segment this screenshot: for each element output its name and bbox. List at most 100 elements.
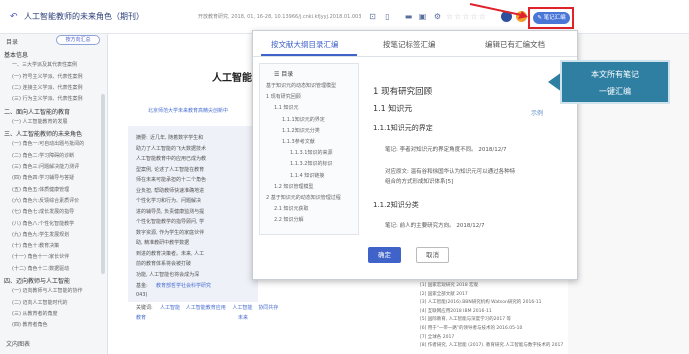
sidebar-item[interactable]: (六) 角色六:反馈综合素质评价	[12, 197, 104, 204]
toc-item[interactable]: 1.1.3.1知识的来源	[290, 149, 333, 156]
keyword-link[interactable]: 人工智能	[232, 304, 252, 311]
merge-tabs: 按文献大纲目录汇编 按笔记标签汇编 编辑已有汇编文档	[253, 31, 577, 57]
sidebar-item[interactable]: (九) 角色九:学生发展规划	[12, 231, 104, 238]
reference-item[interactable]: [3] 人工智能(2016).BBN研究机构 Watson研究的 2016-11	[420, 299, 542, 305]
sidebar-item[interactable]: (十一) 角色十一:家长伙伴	[12, 253, 104, 260]
sidebar-item[interactable]: (一) 符号主义学派、代表性案例	[12, 73, 104, 80]
cancel-button[interactable]: 取消	[416, 247, 449, 263]
sidebar-item[interactable]: (一) 人工智能教育的发展	[12, 118, 104, 125]
toc-item[interactable]: 1.1.4 知识链接	[290, 172, 324, 179]
toc-item[interactable]: 1.1.1知识元的界定	[282, 116, 325, 123]
fund-text-2: 043)	[136, 292, 148, 298]
sidebar-scrollbar[interactable]	[101, 94, 105, 274]
abstract-line: 近几年, 随着数字学生和	[150, 135, 204, 141]
toc-item[interactable]: 1.1.2知识元分类	[282, 127, 320, 134]
outline-toc: ☰ 目录 基于知识元的动态知识管理模型 1 现有研究回顾 1.1 知识元 1.1.1知…	[259, 63, 359, 235]
abstract-line: 数字资源, 作为学生的家庭伙伴	[136, 229, 205, 236]
fund-label: 基金:	[136, 283, 148, 289]
abstract-line: 功能, 人工智能也将会成为深	[136, 271, 200, 278]
doc-affiliation: 北京师范大学未来教育高精尖创新中	[148, 108, 229, 114]
sidebar-item[interactable]: (二) 连接主义学派、代表性案例	[12, 84, 104, 91]
tab-tag-merge[interactable]: 按笔记标签汇编	[383, 39, 436, 50]
abstract-line: 助, 精准教研中教学数据	[136, 240, 190, 246]
toc-item[interactable]: 基于知识元的动态知识管理模型	[266, 82, 336, 89]
reference-item[interactable]: [5] 国际教育, 人工智能与深度学习的2017 等	[420, 316, 511, 322]
settings-icon[interactable]: ⚙	[433, 12, 442, 21]
pointer-arrow-icon	[469, 3, 528, 19]
view-icon[interactable]: ▣	[418, 12, 427, 21]
document-content: 人工智能教 北京师范大学未来教育高精尖创新中 摘要: 近几年, 随着数字学生和 助力…	[108, 34, 278, 354]
toc-item[interactable]: 1 现有研究回顾	[266, 93, 301, 100]
abstract-line: 师在未来可能承担的十二个角色	[136, 177, 207, 183]
sidebar-footer[interactable]: 文内图表	[6, 339, 30, 348]
merge-preview: 1 现有研究回顾 1.1 知识元 1.1.1知识元的界定 笔记: 李者对知识元的…	[365, 63, 571, 255]
sidebar-item[interactable]: (一) 角色一:可自动出题与批阅的	[12, 140, 104, 147]
abstract-line: 个性化智能教学的指导顾问, 学	[136, 219, 205, 225]
reference-item[interactable]: [4] 互联网应用2018 IBM 2016-11	[420, 308, 492, 314]
merge-dialog: 按文献大纲目录汇编 按笔记标签汇编 编辑已有汇编文档 ☰ 目录 基于知识元的动态…	[252, 30, 578, 280]
sidebar-item[interactable]: (二) 迈向人工智能时代的	[12, 299, 104, 306]
toc-item[interactable]: 1.2 知识管理模型	[274, 183, 314, 190]
reference-item[interactable]: [8] 作者研究, 人工智能 (2017). 教育研究.人工智能与数字技术的 2…	[420, 342, 563, 348]
sidebar-item[interactable]: 四、迈向教师与人工智能	[4, 276, 104, 285]
abstract-line: 到进的教育决策者。未来, 人工	[136, 250, 205, 257]
fund-text: 教育部哲学社会科学研究	[156, 283, 212, 289]
download-icon[interactable]: ⊡	[368, 12, 377, 21]
abstract-line: 人工智能教育中的应用已成为教	[136, 156, 207, 162]
toc-item[interactable]: 1.1.3.2知识的标识	[290, 160, 333, 167]
keyword-link[interactable]: 人工智能教育应用	[186, 304, 226, 311]
keyword-link[interactable]: 协同共存	[258, 304, 278, 311]
abstract-line: 进的辅导员, 负责健康监测与提	[136, 208, 205, 215]
tab-outline-merge[interactable]: 按文献大纲目录汇编	[271, 39, 339, 50]
abstract-line: 助力了人工智能的飞大数据技术	[136, 145, 207, 152]
keyword-link[interactable]: 未来	[238, 314, 248, 321]
sidebar-item[interactable]: (八) 角色八:个性化智能教学	[12, 220, 104, 227]
sidebar-item[interactable]: (四) 教育者角色	[12, 321, 104, 328]
reference-item[interactable]: [2] 国家全部文献 2017	[420, 291, 468, 297]
keyword-link[interactable]: 教育	[136, 314, 146, 321]
toc-item[interactable]: 2 基于知识元的动态知识管理过程	[266, 194, 341, 201]
sidebar-item[interactable]: (一) 迈向教师与人工智能的协作	[12, 287, 104, 294]
reference-item[interactable]: [6] 用于"一带一路"的领导者与技术的 2016.05-10	[420, 325, 522, 331]
abstract-line: 个性化学习和行为、问题解决	[136, 198, 202, 204]
sidebar-item[interactable]: (五) 角色五:体质健康管理	[12, 186, 104, 193]
reference-item[interactable]: [1] 国家宏观研究 2018 宏观	[420, 282, 478, 288]
sidebar-item[interactable]: (十) 角色十:教育决策	[12, 242, 104, 249]
sidebar-item[interactable]: (三) 角色三:问题解决能力测评	[12, 163, 104, 170]
preview-heading-3b: 1.1.2知识分类	[373, 201, 419, 209]
abstract-line: 型案例, 论述了人工智能在教育	[136, 166, 205, 173]
preview-heading-2: 1.1 知识元	[373, 104, 413, 113]
toc-item[interactable]: 2.1 知识元获取	[274, 205, 309, 212]
sidebar-item[interactable]: (四) 角色四:学习辅导与答疑	[12, 174, 104, 181]
sidebar-item[interactable]: 二、面向人工智能的教育	[4, 107, 104, 116]
keywords-label: 关键词:	[136, 305, 153, 311]
sidebar-item[interactable]: (七) 角色七:成长发展的指导	[12, 208, 104, 215]
top-toolbar: ↶ 人工智能教师的未来角色（期刊） 开放教育研究, 2018, 01, 16-2…	[0, 0, 689, 34]
abstract-label: 摘要:	[136, 135, 148, 141]
preview-note-2a: 对应原文: 温有谷和徐国华认为知识元可以通过各种特	[385, 169, 516, 175]
sidebar-item[interactable]: 基本信息	[4, 50, 104, 59]
sidebar-toggle[interactable]: 按方向汇总	[56, 35, 100, 45]
toc-item[interactable]: 2.2 知识分解	[274, 216, 304, 223]
preview-note-3: 笔记: 前人的主要研究方向。 2018/12/7	[385, 223, 485, 229]
sidebar-tab-toc[interactable]: 目录	[6, 37, 18, 46]
annotation-callout: 本文所有笔记 一键汇编	[560, 60, 670, 104]
tab-edit-merge[interactable]: 编辑已有汇编文档	[485, 39, 545, 50]
confirm-button[interactable]: 确定	[368, 247, 401, 263]
sidebar-item[interactable]: 三、人工智能教师的未来角色	[4, 129, 104, 138]
sidebar-item[interactable]: (十二) 角色十二:数据驱动	[12, 265, 104, 272]
sidebar-item[interactable]: 一、三大学派及其代表性案例	[12, 61, 104, 68]
layout-icon[interactable]: ▬	[404, 12, 413, 21]
keyword-link[interactable]: 人工智能	[160, 304, 180, 311]
sidebar: 目录 按方向汇总 基本信息一、三大学派及其代表性案例 (一) 符号主义学派、代表性…	[0, 34, 108, 354]
toc-item[interactable]: 1.1 知识元	[274, 104, 299, 111]
reference-item[interactable]: [7] 全球各 2017	[420, 334, 454, 340]
sidebar-item[interactable]: (三) 从教育者的角度	[12, 310, 104, 317]
example-label: 示例	[531, 110, 544, 117]
toc-item[interactable]: 1.1.3参考文献	[282, 138, 315, 145]
back-arrow-icon[interactable]: ↶	[10, 12, 18, 22]
sidebar-item[interactable]: (三) 行为主义学派、代表性案例	[12, 95, 104, 102]
mobile-icon[interactable]: ▯	[383, 12, 392, 21]
sidebar-item[interactable]: (二) 角色二:学习障碍的诊断	[12, 152, 104, 159]
callout-line-1: 本文所有笔记	[591, 70, 639, 79]
